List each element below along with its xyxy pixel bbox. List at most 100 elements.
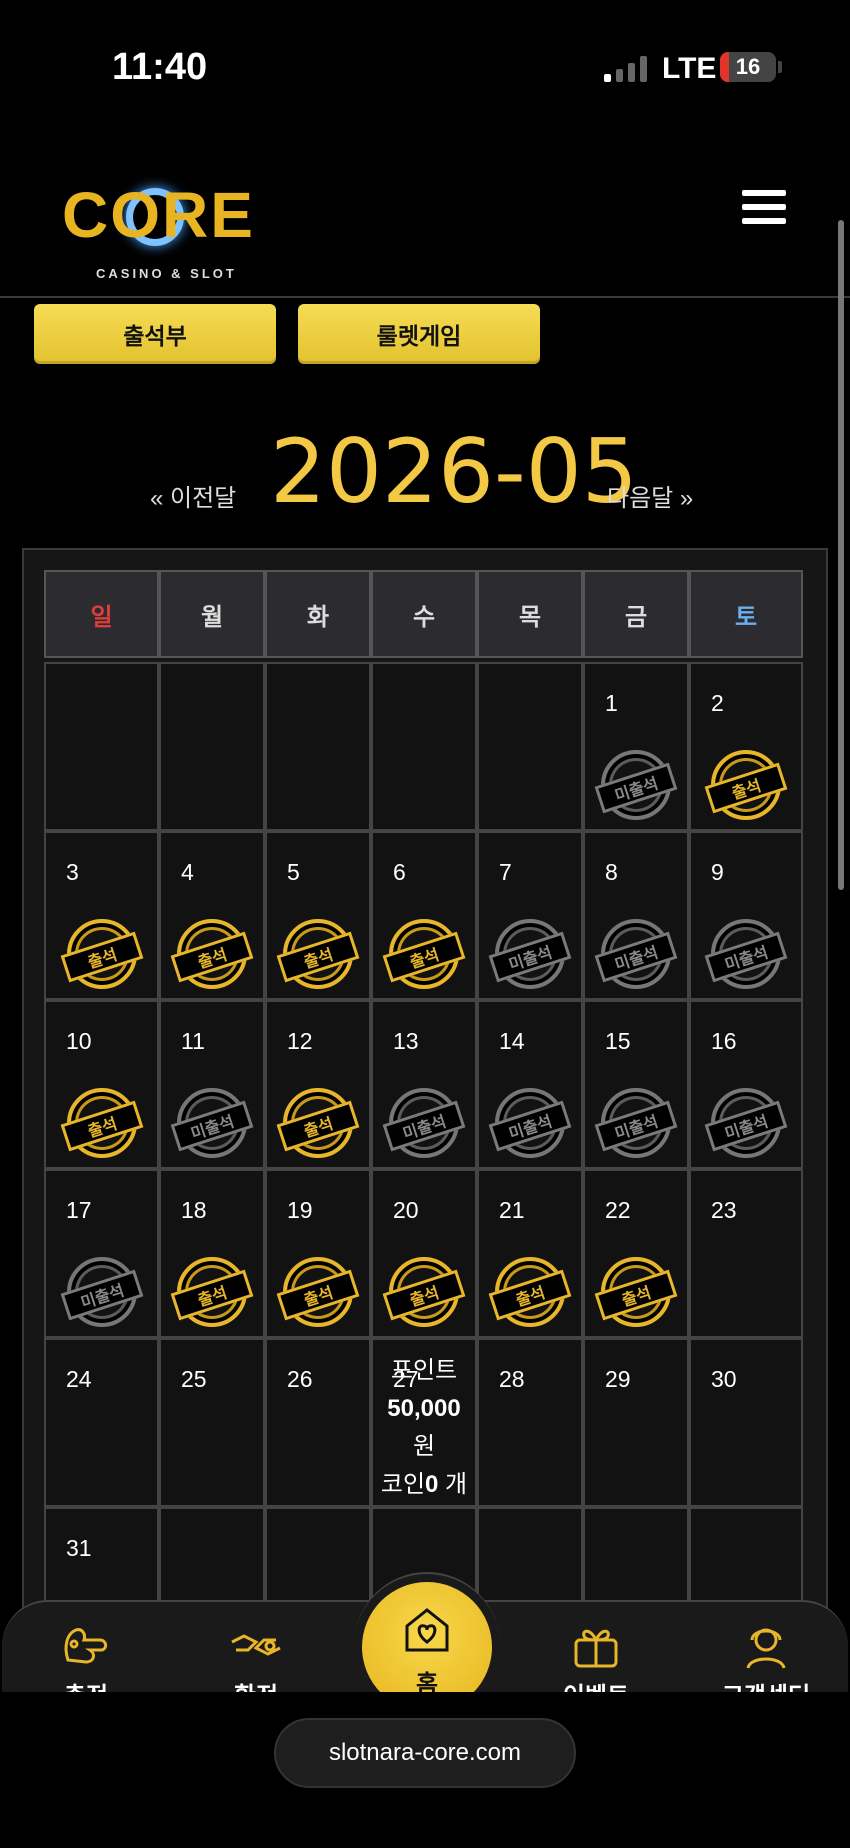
calendar-empty-cell (44, 662, 159, 831)
absent-stamp-icon: 미출석 (594, 1088, 678, 1158)
day-number: 22 (605, 1197, 631, 1223)
calendar-day: 15 미출석 (583, 1000, 689, 1169)
calendar-day: 21 출석 (477, 1169, 583, 1338)
day-number: 6 (393, 859, 406, 885)
headset-icon (746, 1628, 786, 1669)
day-number: 14 (499, 1028, 525, 1054)
stamp-label: 미출석 (594, 1100, 678, 1152)
charge-icon (64, 1628, 108, 1664)
url-field[interactable]: slotnara-core.com (274, 1718, 576, 1788)
stamp-label: 출석 (382, 931, 466, 983)
attended-stamp-icon: 출석 (276, 1088, 360, 1158)
weekday-header: 수 (371, 570, 477, 658)
battery-tip (778, 61, 782, 73)
calendar-empty-cell (159, 662, 265, 831)
weekday-header: 목 (477, 570, 583, 658)
stamp-label: 출석 (170, 931, 254, 983)
stamp-label: 출석 (594, 1269, 678, 1321)
attended-stamp-icon: 출석 (276, 1257, 360, 1327)
day-number: 15 (605, 1028, 631, 1054)
stamp-label: 미출석 (488, 931, 572, 983)
absent-stamp-icon: 미출석 (488, 919, 572, 989)
day-number: 16 (711, 1028, 737, 1054)
attended-stamp-icon: 출석 (60, 919, 143, 989)
day-number: 3 (66, 859, 79, 885)
calendar-day: 19 출석 (265, 1169, 371, 1338)
weekday-header: 토 (689, 570, 803, 658)
browser-bar: slotnara-core.com (0, 1692, 850, 1848)
stamp-label: 미출석 (594, 762, 678, 814)
day-number: 30 (711, 1366, 737, 1392)
calendar-day: 1 미출석 (583, 662, 689, 831)
status-time: 11:40 (112, 46, 208, 88)
battery-level: 16 (735, 54, 761, 79)
stamp-label: 출석 (276, 1269, 360, 1321)
coin-value: 0 (425, 1471, 439, 1498)
day-number: 18 (181, 1197, 207, 1223)
calendar-day: 18 출석 (159, 1169, 265, 1338)
point-amount: 50,000 (387, 1395, 461, 1422)
tab-attendance[interactable]: 출석부 (34, 304, 276, 364)
gift-icon (574, 1629, 618, 1668)
weekday-header: 화 (265, 570, 371, 658)
attended-stamp-icon: 출석 (170, 1257, 254, 1327)
weekday-header: 월 (159, 570, 265, 658)
absent-stamp-icon: 미출석 (382, 1088, 466, 1158)
day-number: 9 (711, 859, 724, 885)
attended-stamp-icon: 출석 (382, 919, 466, 989)
calendar-day: 29 (583, 1338, 689, 1507)
calendar-day: 10 출석 (44, 1000, 159, 1169)
stamp-label: 출석 (382, 1269, 466, 1321)
calendar-day: 9 미출석 (689, 831, 803, 1000)
absent-stamp-icon: 미출석 (488, 1088, 572, 1158)
calendar-empty-cell (477, 662, 583, 831)
prev-month-link[interactable]: « 이전달 (150, 478, 236, 513)
calendar-day: 28 (477, 1338, 583, 1507)
stamp-label: 미출석 (594, 931, 678, 983)
day-number: 20 (393, 1197, 419, 1223)
point-reward: 포인트 50,000 원 코인0 개 (373, 1352, 475, 1504)
page-scrollbar[interactable] (838, 220, 844, 890)
day-number: 1 (605, 690, 618, 716)
stamp-label: 출석 (276, 1100, 360, 1152)
calendar-empty-cell (371, 662, 477, 831)
calendar-day: 13 미출석 (371, 1000, 477, 1169)
calendar-day: 26 (265, 1338, 371, 1507)
day-number: 24 (66, 1366, 92, 1392)
day-number: 25 (181, 1366, 207, 1392)
attended-stamp-icon: 출석 (170, 919, 254, 989)
absent-stamp-icon: 미출석 (594, 919, 678, 989)
calendar-day: 3 출석 (44, 831, 159, 1000)
core-logo[interactable]: CORE CASINO & SLOT (62, 178, 262, 281)
hamburger-menu-icon[interactable] (742, 190, 786, 230)
site-header: CORE CASINO & SLOT (0, 150, 850, 298)
month-title: 2026-05 (270, 420, 638, 523)
day-number: 29 (605, 1366, 631, 1392)
network-label: LTE (662, 52, 717, 85)
attended-stamp-icon: 출석 (60, 1088, 143, 1158)
stamp-label: 미출석 (704, 931, 788, 983)
status-bar: 11:40 LTE 16 (0, 0, 850, 120)
absent-stamp-icon: 미출석 (170, 1088, 254, 1158)
calendar-empty-cell (265, 662, 371, 831)
calendar-day: 24 (44, 1338, 159, 1507)
tab-bar: 출석부 룰렛게임 (34, 304, 540, 364)
calendar-day: 16 미출석 (689, 1000, 803, 1169)
day-number: 8 (605, 859, 618, 885)
battery-icon: 16 (720, 52, 776, 82)
calendar-day: 5 출석 (265, 831, 371, 1000)
day-number: 12 (287, 1028, 313, 1054)
day-number: 10 (66, 1028, 92, 1054)
month-navigation: « 이전달 2026-05 다음달 » (0, 420, 850, 523)
absent-stamp-icon: 미출석 (594, 750, 678, 820)
stamp-label: 출석 (488, 1269, 572, 1321)
calendar-day: 30 (689, 1338, 803, 1507)
calendar-day: 27 포인트 50,000 원 코인0 개 (371, 1338, 477, 1507)
point-label: 포인트 (390, 1357, 458, 1384)
calendar-day: 8 미출석 (583, 831, 689, 1000)
next-month-link[interactable]: 다음달 » (607, 478, 693, 513)
tab-roulette[interactable]: 룰렛게임 (298, 304, 540, 364)
stamp-label: 미출석 (60, 1269, 143, 1321)
attended-stamp-icon: 출석 (276, 919, 360, 989)
stamp-label: 출석 (704, 762, 788, 814)
